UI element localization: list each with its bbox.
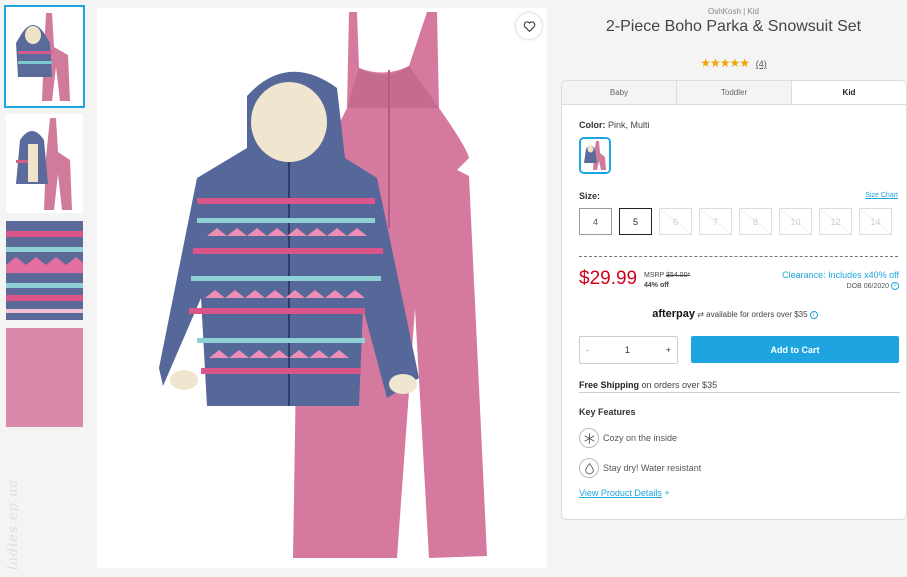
color-swatch-pink-multi[interactable] xyxy=(579,137,611,174)
sale-price: $29.99 xyxy=(579,268,638,289)
size-option-5[interactable]: 5 xyxy=(619,208,652,235)
review-count-link[interactable]: (4) xyxy=(756,59,767,69)
quantity-value[interactable]: 1 xyxy=(625,345,630,355)
clearance-text: Clearance: Includes x40% off xyxy=(782,270,899,280)
size-option-12[interactable]: 12 xyxy=(819,208,852,235)
purchase-panel: Baby Toddler Kid Color: Pink, Multi Size… xyxy=(561,80,907,520)
age-tabs: Baby Toddler Kid xyxy=(562,81,906,105)
thumbnail-3[interactable] xyxy=(6,221,83,320)
tab-toddler[interactable]: Toddler xyxy=(677,81,792,104)
wishlist-button[interactable] xyxy=(516,13,542,39)
size-label-text: Size: xyxy=(579,191,601,201)
msrp-label: MSRP xyxy=(644,272,665,279)
water-drop-icon xyxy=(579,458,599,478)
color-row: Color: Pink, Multi xyxy=(579,120,650,130)
tab-kid[interactable]: Kid xyxy=(792,81,906,104)
feature-item: Stay dry! Water resistant xyxy=(579,458,701,478)
heart-icon xyxy=(523,20,535,32)
afterpay-row: afterpay ⇄ available for orders over $35… xyxy=(562,308,906,320)
quantity-stepper: - 1 + xyxy=(579,336,678,364)
watermark: ladies.ep.ua xyxy=(6,478,21,570)
shipping-info: Free Shipping on orders over $35 xyxy=(579,380,900,393)
thumbnail-4[interactable] xyxy=(6,328,83,427)
product-photo xyxy=(97,8,547,568)
msrp-value: $54.00* xyxy=(666,272,691,279)
size-chart-link[interactable]: Size Chart xyxy=(865,192,898,199)
info-icon[interactable]: i xyxy=(891,282,899,290)
thumbnail-2[interactable] xyxy=(6,114,83,213)
size-option-10[interactable]: 10 xyxy=(779,208,812,235)
quantity-decrease-button[interactable]: - xyxy=(586,345,589,355)
snowflake-icon xyxy=(579,428,599,448)
quantity-increase-button[interactable]: + xyxy=(666,345,671,355)
afterpay-arrows-icon: ⇄ xyxy=(697,310,704,319)
feature-text: Cozy on the inside xyxy=(603,433,678,443)
afterpay-logo: afterpay xyxy=(652,308,695,320)
thumbnail-image-outfit xyxy=(6,7,83,106)
add-to-cart-button[interactable]: Add to Cart xyxy=(691,336,899,363)
afterpay-info-icon[interactable]: i xyxy=(809,310,818,319)
dob-value: DOB 06/2020 xyxy=(846,282,890,290)
product-title: 2-Piece Boho Parka & Snowsuit Set xyxy=(605,18,862,35)
product-page: ladies.ep.ua OshKosh | Kid 2-Piece Boho … xyxy=(0,0,907,577)
size-option-4[interactable]: 4 xyxy=(579,208,612,235)
shipping-bold: Free Shipping xyxy=(579,380,640,390)
rating-stars: ★★★★★ xyxy=(700,56,750,70)
afterpay-text: available for orders over $35 xyxy=(706,310,808,319)
shipping-rest: on orders over $35 xyxy=(641,380,718,390)
thumbnail-strip xyxy=(4,5,85,435)
size-option-8[interactable]: 8 xyxy=(739,208,772,235)
main-product-image[interactable] xyxy=(97,8,547,568)
view-product-details-link[interactable]: View Product Details + xyxy=(579,488,670,498)
rating: ★★★★★ (4) xyxy=(560,56,907,70)
size-option-14[interactable]: 14 xyxy=(859,208,892,235)
tab-baby[interactable]: Baby xyxy=(562,81,677,104)
size-label: Size: xyxy=(579,191,600,201)
thumbnail-image-open-parka xyxy=(6,114,83,213)
feature-text: Stay dry! Water resistant xyxy=(603,463,702,473)
key-features-title: Key Features xyxy=(579,407,636,417)
product-brand: OshKosh | Kid xyxy=(708,7,759,16)
feature-item: Cozy on the inside xyxy=(579,428,677,448)
divider xyxy=(579,256,898,257)
dob-text: DOB 06/2020 i xyxy=(847,282,899,290)
msrp-block: MSRP $54.00* 44% off xyxy=(644,271,690,291)
view-details-label: View Product Details xyxy=(579,488,662,498)
size-option-7[interactable]: 7 xyxy=(699,208,732,235)
size-option-6[interactable]: 6 xyxy=(659,208,692,235)
color-value: Pink, Multi xyxy=(608,120,650,130)
size-options: 4 5 6 7 8 10 12 14 xyxy=(579,208,899,235)
plus-icon: + xyxy=(664,488,670,498)
swatch-image xyxy=(581,139,609,172)
thumbnail-image-fabric xyxy=(6,328,83,427)
thumbnail-image-print xyxy=(6,221,83,320)
discount-percent: 44% off xyxy=(644,282,669,289)
color-label: Color: xyxy=(579,120,606,130)
thumbnail-1[interactable] xyxy=(4,5,85,108)
